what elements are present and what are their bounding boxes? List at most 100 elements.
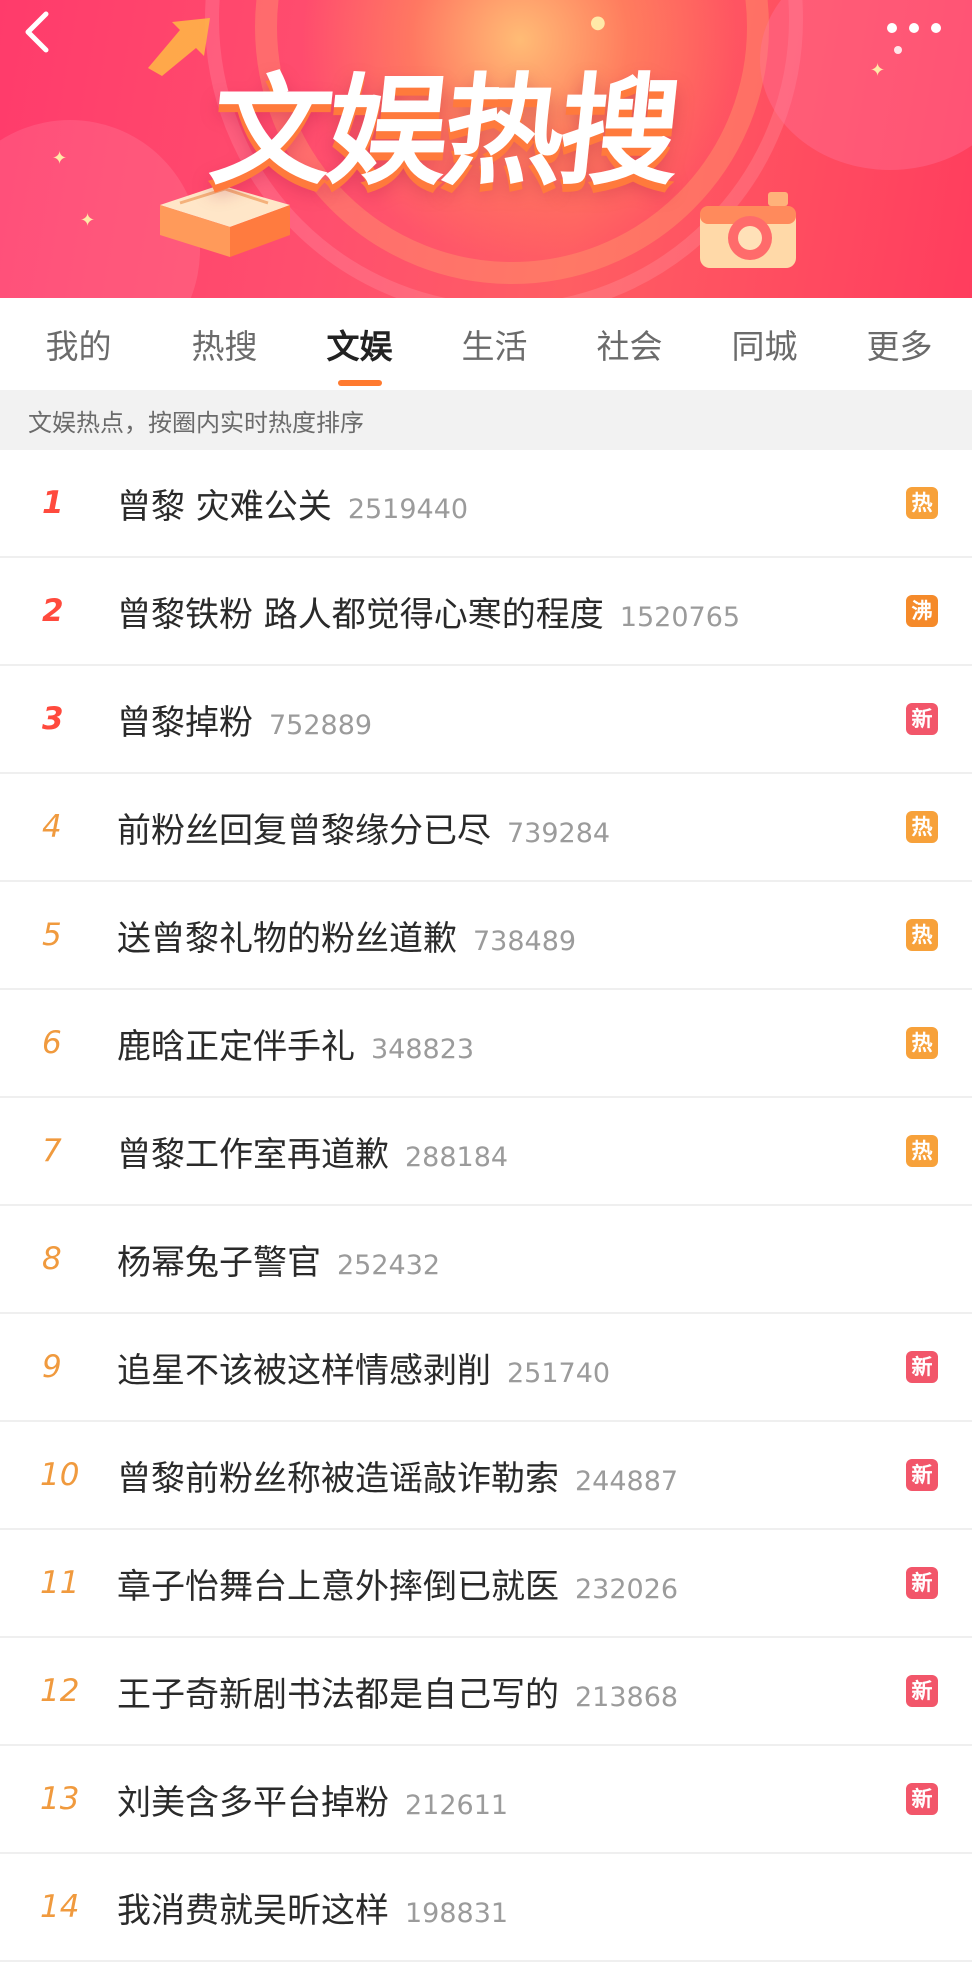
tab-label: 生活	[461, 327, 528, 366]
rank-number: 6	[42, 1025, 62, 1061]
new-badge: 新	[906, 703, 938, 735]
list-item[interactable]: 1 曾黎 灾难公关 2519440 热	[0, 450, 972, 558]
new-badge: 新	[906, 1675, 938, 1707]
list-item[interactable]: 3 曾黎掉粉 752889 新	[0, 666, 972, 774]
hot-badge: 热	[906, 919, 938, 951]
item-count: 232026	[575, 1573, 679, 1605]
rank-number: 3	[42, 701, 64, 737]
item-count: 244887	[575, 1465, 679, 1497]
tab-more[interactable]: 更多	[832, 298, 967, 390]
tab-mine[interactable]: 我的	[0, 298, 157, 390]
item-text: 追星不该被这样情感剥削 251740	[117, 1343, 610, 1392]
tab-hot-search[interactable]: 热搜	[157, 298, 292, 390]
item-count: 198831	[405, 1897, 509, 1929]
rank-number: 4	[42, 809, 62, 845]
item-title: 送曾黎礼物的粉丝道歉	[117, 918, 457, 959]
camera-illustration-icon	[700, 192, 796, 268]
item-title: 曾黎掉粉	[117, 702, 253, 743]
hot-search-list: 1 曾黎 灾难公关 2519440 热 2 曾黎铁粉 路人都觉得心寒的程度 15…	[0, 450, 972, 1962]
list-item[interactable]: 11 章子怡舞台上意外摔倒已就医 232026 新	[0, 1530, 972, 1638]
item-title: 我消费就吴昕这样	[117, 1890, 389, 1931]
item-title: 曾黎工作室再道歉	[117, 1134, 389, 1175]
arrow-decoration-icon	[148, 18, 210, 76]
more-options-button[interactable]	[884, 14, 944, 58]
item-text: 杨幂兔子警官 252432	[117, 1235, 440, 1284]
item-count: 213868	[575, 1681, 679, 1713]
tab-label: 热搜	[191, 327, 258, 366]
rank-number: 11	[40, 1565, 80, 1601]
list-item[interactable]: 13 刘美含多平台掉粉 212611 新	[0, 1746, 972, 1854]
item-title: 鹿晗正定伴手礼	[117, 1026, 355, 1067]
new-badge: 新	[906, 1459, 938, 1491]
list-item[interactable]: 5 送曾黎礼物的粉丝道歉 738489 热	[0, 882, 972, 990]
item-count: 348823	[371, 1033, 475, 1065]
list-item[interactable]: 7 曾黎工作室再道歉 288184 热	[0, 1098, 972, 1206]
category-tab-bar: 我的 热搜 文娱 生活 社会 同城 更多	[0, 298, 972, 390]
active-tab-indicator	[337, 380, 382, 386]
hot-badge: 热	[906, 1135, 938, 1167]
sparkle-icon: ✦	[52, 148, 68, 169]
page-title: 文娱热搜	[204, 63, 684, 202]
rank-number: 8	[42, 1241, 62, 1277]
list-item[interactable]: 14 我消费就吴昕这样 198831	[0, 1854, 972, 1962]
list-item[interactable]: 6 鹿晗正定伴手礼 348823 热	[0, 990, 972, 1098]
header-banner: ✦ ✦ ✦ ● 文娱热搜	[0, 0, 972, 298]
list-item[interactable]: 10 曾黎前粉丝称被造谣敲诈勒索 244887 新	[0, 1422, 972, 1530]
hot-badge: 热	[906, 487, 938, 519]
item-count: 739284	[507, 817, 611, 849]
item-count: 752889	[269, 709, 373, 741]
sparkle-icon: ●	[590, 12, 606, 33]
tab-label: 文娱	[326, 327, 393, 366]
tab-society[interactable]: 社会	[562, 298, 697, 390]
item-text: 王子奇新剧书法都是自己写的 213868	[117, 1667, 678, 1716]
item-title: 曾黎 灾难公关	[117, 486, 332, 527]
new-badge: 新	[906, 1783, 938, 1815]
item-count: 252432	[337, 1249, 441, 1281]
item-count: 212611	[405, 1789, 509, 1821]
item-count: 251740	[507, 1357, 611, 1389]
list-item[interactable]: 2 曾黎铁粉 路人都觉得心寒的程度 1520765 沸	[0, 558, 972, 666]
back-button[interactable]	[14, 8, 62, 56]
new-badge: 新	[906, 1567, 938, 1599]
tab-label: 更多	[866, 327, 933, 366]
item-title: 杨幂兔子警官	[117, 1242, 321, 1283]
item-title: 章子怡舞台上意外摔倒已就医	[117, 1566, 559, 1607]
boil-badge: 沸	[906, 595, 938, 627]
tab-life[interactable]: 生活	[427, 298, 562, 390]
item-title: 前粉丝回复曾黎缘分已尽	[117, 810, 491, 851]
list-item[interactable]: 8 杨幂兔子警官 252432	[0, 1206, 972, 1314]
item-text: 曾黎前粉丝称被造谣敲诈勒索 244887	[117, 1451, 678, 1500]
item-text: 前粉丝回复曾黎缘分已尽 739284	[117, 803, 610, 852]
list-item[interactable]: 12 王子奇新剧书法都是自己写的 213868 新	[0, 1638, 972, 1746]
item-text: 曾黎 灾难公关 2519440	[117, 479, 468, 528]
item-title: 曾黎铁粉 路人都觉得心寒的程度	[117, 594, 604, 635]
item-text: 曾黎铁粉 路人都觉得心寒的程度 1520765	[117, 587, 740, 636]
item-text: 鹿晗正定伴手礼 348823	[117, 1019, 474, 1068]
list-item[interactable]: 9 追星不该被这样情感剥削 251740 新	[0, 1314, 972, 1422]
tab-label: 社会	[596, 327, 663, 366]
item-title: 曾黎前粉丝称被造谣敲诈勒索	[117, 1458, 559, 1499]
item-count: 288184	[405, 1141, 509, 1173]
item-text: 我消费就吴昕这样 198831	[117, 1883, 508, 1932]
item-text: 送曾黎礼物的粉丝道歉 738489	[117, 911, 576, 960]
tab-label: 同城	[731, 327, 798, 366]
tab-entertainment[interactable]: 文娱	[292, 298, 427, 390]
item-text: 曾黎掉粉 752889	[117, 695, 372, 744]
rank-number: 13	[40, 1781, 80, 1817]
item-count: 1520765	[619, 601, 741, 633]
rank-number: 5	[42, 917, 62, 953]
sparkle-icon: ✦	[80, 210, 96, 231]
list-item[interactable]: 4 前粉丝回复曾黎缘分已尽 739284 热	[0, 774, 972, 882]
item-count: 738489	[473, 925, 577, 957]
item-title: 王子奇新剧书法都是自己写的	[117, 1674, 559, 1715]
new-badge: 新	[906, 1351, 938, 1383]
tab-local[interactable]: 同城	[697, 298, 832, 390]
item-text: 曾黎工作室再道歉 288184	[117, 1127, 508, 1176]
rank-number: 2	[42, 593, 64, 629]
more-dots-icon	[887, 23, 941, 54]
rank-number: 1	[42, 485, 64, 521]
item-count: 2519440	[347, 493, 469, 525]
item-title: 追星不该被这样情感剥削	[117, 1350, 491, 1391]
ranking-description: 文娱热点，按圈内实时热度排序	[0, 390, 972, 450]
item-title: 刘美含多平台掉粉	[117, 1782, 389, 1823]
